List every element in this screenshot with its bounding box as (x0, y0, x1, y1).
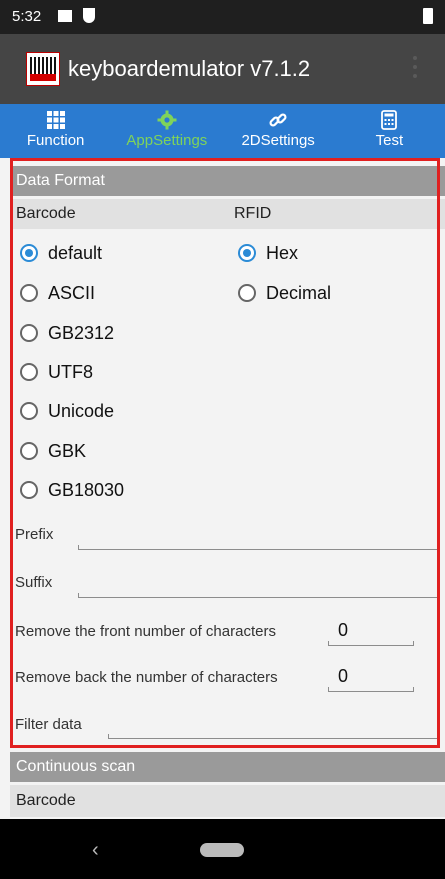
radio-indicator (20, 363, 38, 381)
radio-label: GB18030 (48, 479, 125, 500)
data-format-subheader: Barcode RFID (10, 199, 445, 229)
image-notification-icon (58, 10, 72, 22)
radio-ascii[interactable]: ASCII (20, 278, 95, 308)
tab-label: Test (375, 132, 404, 149)
radio-indicator (20, 284, 38, 302)
tab-appsettings[interactable]: AppSettings (111, 104, 222, 158)
remove-front-label: Remove the front number of characters (15, 623, 276, 640)
rfid-label: RFID (234, 205, 272, 222)
continuous-scan-subheader: Barcode (10, 785, 445, 817)
radio-label: UTF8 (48, 361, 93, 382)
filter-data-label: Filter data (15, 716, 82, 733)
radio-indicator (20, 442, 38, 460)
tab-function[interactable]: Function (0, 104, 111, 158)
radio-indicator (20, 402, 38, 420)
tab-test[interactable]: Test (334, 104, 445, 158)
shield-icon (83, 8, 95, 23)
radio-gb2312[interactable]: GB2312 (20, 318, 114, 348)
remove-front-input[interactable] (328, 641, 414, 646)
filter-data-input[interactable] (108, 734, 440, 739)
prefix-input[interactable] (78, 545, 440, 550)
radio-indicator (238, 244, 256, 262)
tab-label: 2DSettings (241, 132, 315, 149)
link-icon (269, 113, 287, 127)
barcode-label: Barcode (16, 205, 76, 222)
suffix-label: Suffix (15, 574, 53, 591)
radio-label: GBK (48, 440, 87, 461)
app-title: keyboardemulator v7.1.2 (68, 56, 311, 81)
calculator-icon (381, 110, 398, 130)
remove-back-value: 0 (338, 666, 349, 686)
radio-label: ASCII (48, 282, 96, 303)
battery-icon (423, 8, 433, 24)
radio-label: Decimal (266, 282, 332, 303)
tab-bar: Function AppSettings 2DSettings Test (0, 104, 445, 158)
radio-indicator (238, 284, 256, 302)
prefix-label: Prefix (15, 526, 54, 543)
tab-label: Function (26, 132, 85, 149)
radio-indicator (20, 244, 38, 262)
tab-2dsettings[interactable]: 2DSettings (223, 104, 334, 158)
system-nav-bar: ‹ (0, 819, 445, 879)
gear-icon (157, 110, 177, 130)
radio-label: Unicode (48, 400, 115, 421)
radio-label: GB2312 (48, 322, 115, 343)
back-icon[interactable]: ‹ (92, 839, 99, 862)
radio-label: default (48, 242, 103, 263)
radio-label: Hex (266, 242, 299, 263)
radio-utf8[interactable]: UTF8 (20, 357, 93, 387)
radio-indicator (20, 324, 38, 342)
continuous-scan-header: Continuous scan (10, 752, 445, 782)
tab-label: AppSettings (126, 132, 208, 149)
overflow-menu-icon[interactable] (413, 56, 419, 82)
radio-gb18030[interactable]: GB18030 (20, 475, 124, 505)
continuous-barcode-label: Barcode (16, 792, 76, 809)
barcode-logo-icon (26, 52, 60, 86)
status-bar: 5:32 (0, 0, 445, 34)
suffix-input[interactable] (78, 593, 440, 598)
data-format-header: Data Format (10, 166, 445, 196)
radio-hex[interactable]: Hex (238, 238, 298, 268)
grid-icon (46, 111, 65, 129)
status-time: 5:32 (12, 8, 42, 25)
radio-unicode[interactable]: Unicode (20, 396, 114, 426)
remove-back-input[interactable] (328, 687, 414, 692)
radio-decimal[interactable]: Decimal (238, 278, 331, 308)
radio-gbk[interactable]: GBK (20, 436, 86, 466)
remove-back-label: Remove back the number of characters (15, 669, 278, 686)
radio-default[interactable]: default (20, 238, 102, 268)
app-bar: keyboardemulator v7.1.2 (0, 34, 445, 104)
home-pill-icon[interactable] (200, 843, 244, 857)
remove-front-value: 0 (338, 620, 349, 640)
radio-indicator (20, 481, 38, 499)
